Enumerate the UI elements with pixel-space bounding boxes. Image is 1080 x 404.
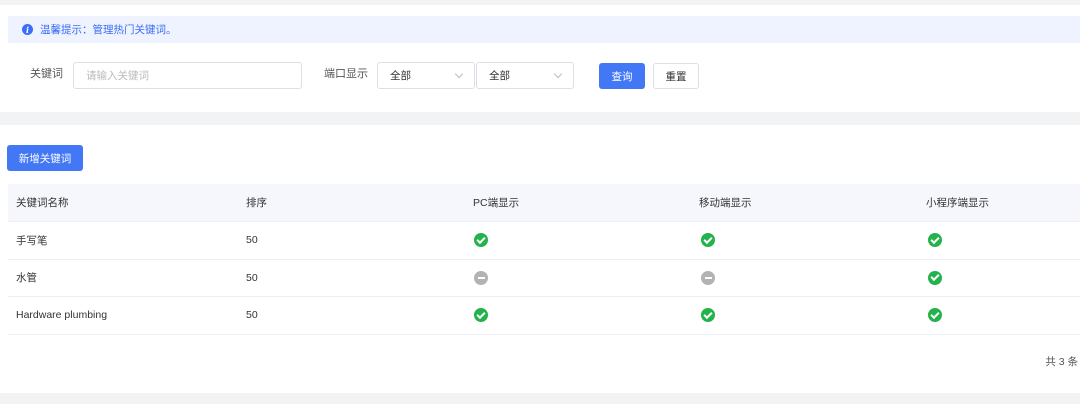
header-sort: 排序 — [246, 197, 267, 209]
pc-display-select[interactable]: 全部 — [377, 62, 475, 89]
check-circle-icon — [928, 308, 942, 323]
mobile-display-select[interactable]: 全部 — [476, 62, 574, 89]
minus-circle-icon — [701, 270, 715, 285]
pagination-total: 共 3 条 — [1045, 356, 1078, 368]
check-circle-icon — [474, 308, 488, 323]
row-sort: 50 — [246, 234, 258, 247]
row-sort: 50 — [246, 309, 258, 322]
select-value: 全部 — [489, 70, 510, 82]
row-name: Hardware plumbing — [16, 309, 108, 322]
row-name: 手写笔 — [16, 234, 48, 247]
check-circle-icon — [474, 233, 488, 248]
header-name: 关键词名称 — [16, 197, 69, 209]
header-mini: 小程序端显示 — [926, 197, 989, 209]
header-mobile: 移动端显示 — [699, 197, 752, 209]
tip-text: 温馨提示：管理热门关键词。 — [40, 24, 177, 36]
table-row: Hardware plumbing 50 — [8, 297, 1080, 335]
table-row: 水管 50 — [8, 260, 1080, 297]
chevron-down-icon — [553, 69, 563, 79]
table-row: 手写笔 50 — [8, 222, 1080, 260]
check-circle-icon — [701, 308, 715, 323]
minus-circle-icon — [474, 270, 488, 285]
row-name: 水管 — [16, 272, 37, 285]
add-keyword-button[interactable]: 新增关键词 — [7, 145, 83, 171]
check-circle-icon — [701, 233, 715, 248]
row-sort: 50 — [246, 271, 258, 284]
check-circle-icon — [928, 233, 942, 248]
keyword-table: 关键词名称 排序 PC端显示 移动端显示 小程序端显示 手写笔 50 水管 50… — [8, 184, 1080, 335]
table-header: 关键词名称 排序 PC端显示 移动端显示 小程序端显示 — [8, 184, 1080, 222]
keyword-input[interactable]: 请输入关键词 — [73, 62, 302, 89]
tip-banner: i 温馨提示：管理热门关键词。 — [8, 16, 1080, 43]
info-icon: i — [22, 24, 33, 35]
check-circle-icon — [928, 270, 942, 285]
chevron-down-icon — [454, 69, 464, 79]
header-pc: PC端显示 — [473, 197, 520, 209]
reset-button[interactable]: 重置 — [653, 63, 699, 89]
display-label: 端口显示 — [324, 68, 368, 80]
keyword-placeholder: 请输入关键词 — [86, 70, 149, 82]
select-value: 全部 — [390, 70, 411, 82]
query-button[interactable]: 查询 — [599, 63, 645, 89]
keyword-label: 关键词 — [30, 68, 63, 80]
